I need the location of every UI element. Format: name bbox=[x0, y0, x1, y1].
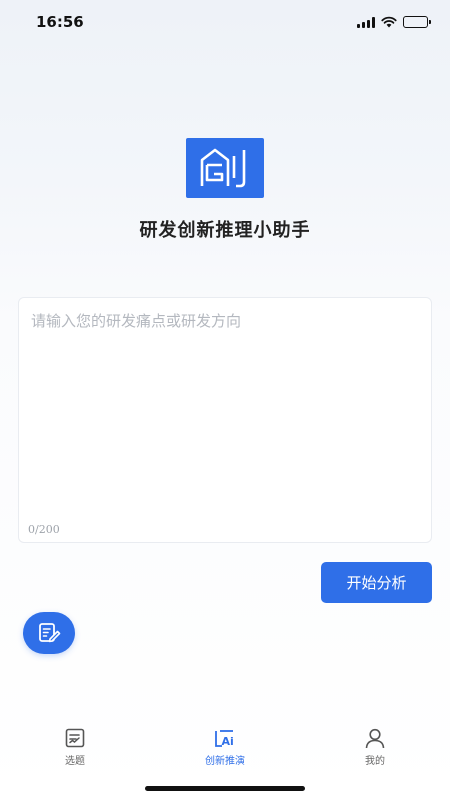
status-time: 16:56 bbox=[36, 13, 84, 31]
tab-innovation[interactable]: Ai 创新推演 bbox=[150, 720, 300, 780]
status-icons bbox=[357, 16, 431, 28]
input-card: 0/200 bbox=[18, 297, 432, 543]
app-title: 研发创新推理小助手 bbox=[139, 220, 311, 241]
tab-label: 创新推演 bbox=[205, 756, 245, 767]
note-edit-icon bbox=[39, 623, 61, 643]
bottom-tab-bar: 选题 Ai 创新推演 我的 bbox=[0, 720, 450, 780]
ai-innovation-icon: Ai bbox=[215, 730, 234, 748]
tab-topics[interactable]: 选题 bbox=[0, 720, 150, 780]
tab-label: 我的 bbox=[365, 756, 385, 767]
char-count: 0/200 bbox=[28, 523, 60, 536]
app-logo bbox=[186, 138, 264, 198]
svg-text:Ai: Ai bbox=[222, 735, 234, 748]
topic-list-icon bbox=[65, 728, 85, 748]
pain-point-input[interactable] bbox=[19, 298, 431, 508]
building-chuang-logo-icon bbox=[200, 148, 246, 188]
tab-profile[interactable]: 我的 bbox=[300, 720, 450, 780]
tab-label: 选题 bbox=[65, 756, 85, 767]
user-profile-icon bbox=[365, 728, 385, 749]
start-analysis-button[interactable]: 开始分析 bbox=[321, 562, 432, 603]
wifi-icon bbox=[381, 16, 397, 28]
floating-note-button[interactable] bbox=[23, 612, 75, 654]
home-indicator bbox=[145, 786, 305, 791]
status-bar: 16:56 bbox=[0, 0, 450, 44]
cellular-signal-icon bbox=[357, 16, 375, 28]
battery-icon bbox=[403, 16, 431, 28]
